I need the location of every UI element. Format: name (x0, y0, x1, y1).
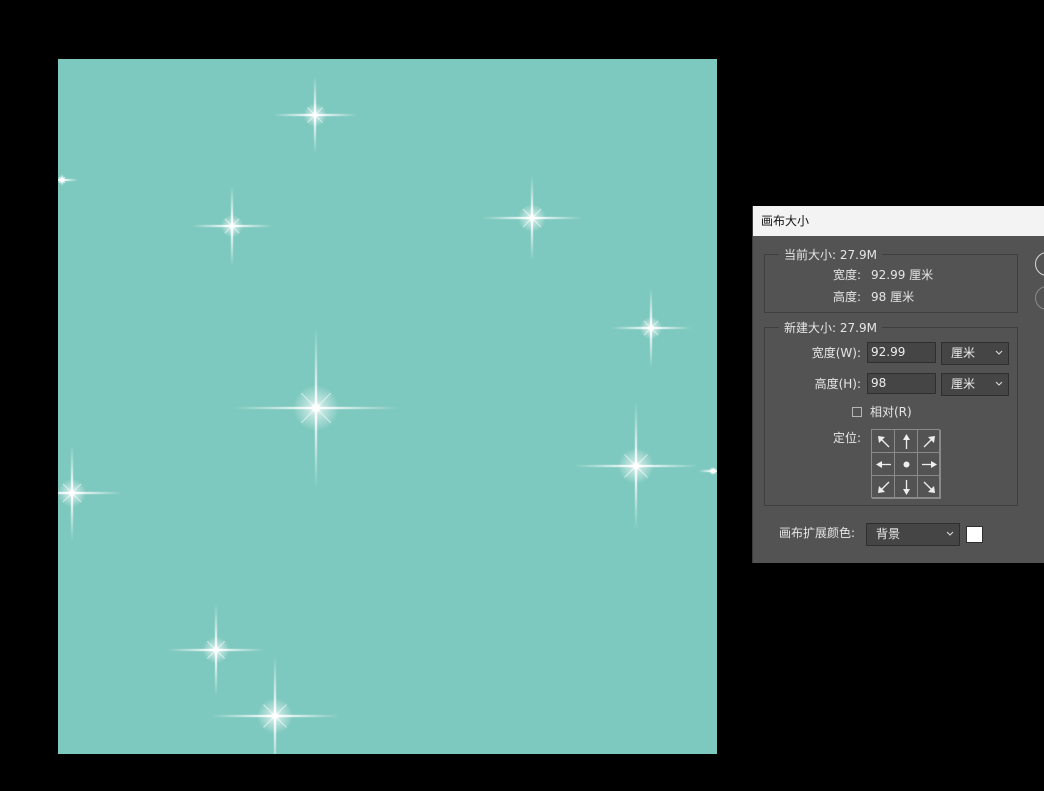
new-size-group: 新建大小: 27.9M 宽度(W): 92.99 厘米 高度(H): 98 厘米… (764, 320, 1018, 506)
new-size-legend: 新建大小: 27.9M (779, 320, 882, 336)
arrow-up-icon (902, 433, 910, 449)
relative-label[interactable]: 相对(R) (870, 404, 912, 420)
height-unit-select[interactable]: 厘米 (941, 373, 1009, 396)
extension-color-label: 画布扩展颜色: (779, 526, 856, 540)
cancel-button[interactable] (1035, 286, 1044, 310)
sparkle (58, 174, 78, 186)
chevron-down-icon (946, 531, 954, 536)
arrow-down-left-icon (877, 481, 889, 493)
anchor-top-left[interactable] (872, 430, 895, 453)
document-canvas[interactable] (58, 59, 717, 754)
new-width-label: 宽度(W): (811, 346, 861, 360)
sparkle (211, 656, 339, 754)
relative-checkbox[interactable] (852, 407, 862, 417)
chevron-down-icon (995, 350, 1003, 355)
height-unit-value: 厘米 (951, 377, 976, 391)
current-width-value: 92.99 厘米 (871, 268, 934, 282)
current-size-legend: 当前大小: 27.9M (779, 247, 882, 263)
sparkle (273, 77, 357, 153)
current-height-value: 98 厘米 (871, 290, 915, 304)
sparkle (234, 328, 398, 488)
anchor-bottom-left[interactable] (872, 476, 895, 499)
width-unit-select[interactable]: 厘米 (941, 342, 1009, 365)
anchor-bottom-right[interactable] (918, 476, 941, 499)
anchor-right[interactable] (918, 453, 941, 476)
anchor-center[interactable] (895, 453, 918, 476)
sparkle (58, 445, 122, 541)
sparkle (574, 402, 698, 530)
anchor-top-right[interactable] (918, 430, 941, 453)
anchor-label: 定位: (832, 431, 861, 445)
width-input[interactable]: 92.99 (867, 342, 936, 363)
width-unit-value: 厘米 (951, 346, 976, 360)
sparkle (168, 604, 264, 696)
current-height-label: 高度: (832, 290, 861, 304)
sparkle (482, 176, 582, 260)
anchor-top[interactable] (895, 430, 918, 453)
arrow-right-icon (921, 460, 937, 468)
sparkle (192, 186, 272, 266)
extension-color-swatch[interactable] (966, 526, 983, 543)
anchor-grid (871, 429, 941, 499)
current-width-label: 宽度: (832, 268, 861, 282)
chevron-down-icon (995, 381, 1003, 386)
sparkle (611, 288, 691, 368)
extension-color-select[interactable]: 背景 (866, 523, 960, 546)
anchor-bottom[interactable] (895, 476, 918, 499)
arrow-up-right-icon (923, 435, 935, 447)
arrow-left-icon (875, 460, 891, 468)
arrow-down-right-icon (923, 481, 935, 493)
sparkle-pattern (58, 77, 717, 754)
arrow-up-left-icon (877, 435, 889, 447)
dialog-title: 画布大小 (753, 206, 1044, 236)
sparkle (699, 467, 717, 475)
ok-button[interactable] (1035, 252, 1044, 276)
arrow-down-icon (902, 479, 910, 495)
new-height-label: 高度(H): (814, 377, 861, 391)
extension-color-value: 背景 (876, 527, 901, 541)
canvas-size-dialog: 画布大小 当前大小: 27.9M 宽度: 92.99 厘米 高度: 98 厘米 … (752, 206, 1044, 563)
current-size-group: 当前大小: 27.9M 宽度: 92.99 厘米 高度: 98 厘米 (764, 247, 1018, 313)
height-input[interactable]: 98 (867, 373, 936, 394)
anchor-left[interactable] (872, 453, 895, 476)
center-dot-icon (903, 461, 909, 467)
